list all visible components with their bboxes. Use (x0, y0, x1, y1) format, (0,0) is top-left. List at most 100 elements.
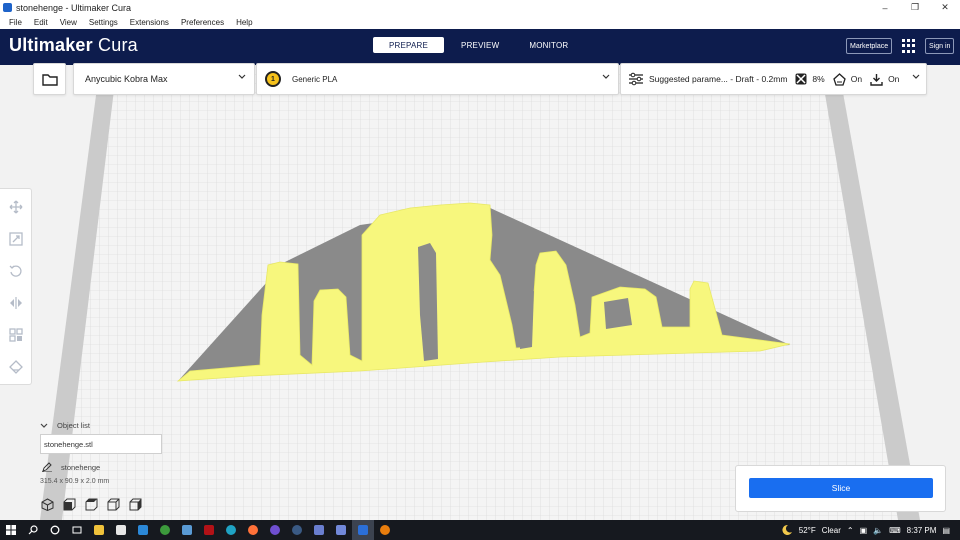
folder-icon (41, 73, 58, 86)
taskbar-app-6[interactable] (198, 520, 220, 540)
temperature: 52°F (798, 525, 816, 535)
menu-view[interactable]: View (60, 18, 77, 27)
material-name: Generic PLA (292, 74, 338, 84)
tab-monitor[interactable]: MONITOR (516, 37, 581, 53)
object-list-toggle[interactable]: Object list (40, 421, 90, 430)
menu-bar: File Edit View Settings Extensions Prefe… (0, 15, 960, 29)
sign-in-button[interactable]: Sign in (925, 38, 955, 54)
moon-icon (782, 524, 792, 535)
clock[interactable]: 8:37 PM (907, 526, 937, 535)
windows-taskbar: 52°F Clear ⌃ ▣ 🔈 ⌨ 8:37 PM ▤ (0, 520, 960, 540)
xbox-icon (160, 525, 170, 535)
rotate-icon (9, 265, 22, 277)
mirror-tool[interactable] (8, 295, 24, 311)
edge-icon (226, 525, 236, 535)
spotify-icon (270, 525, 280, 535)
menu-file[interactable]: File (9, 18, 22, 27)
taskbar-app-4[interactable] (154, 520, 176, 540)
mirror-icon (10, 297, 22, 309)
support-blocker-tool[interactable] (8, 359, 24, 375)
window-controls: – ❐ ✕ (870, 0, 960, 15)
tools-toolbar (0, 188, 32, 385)
view-top-button[interactable] (84, 497, 99, 512)
support-icon (832, 72, 846, 86)
chevron-down-icon (40, 423, 48, 428)
brand-light: Cura (98, 35, 138, 55)
windows-logo-icon (6, 525, 16, 535)
view-front-button[interactable] (62, 497, 77, 512)
slice-button[interactable]: Slice (749, 478, 933, 498)
apps-grid-icon[interactable] (902, 39, 916, 53)
task-view-button[interactable] (66, 520, 88, 540)
volume-icon[interactable]: 🔈 (873, 526, 883, 535)
menu-extensions[interactable]: Extensions (130, 18, 169, 27)
title-bar: stonehenge - Ultimaker Cura – ❐ ✕ (0, 0, 960, 15)
sliders-icon (628, 72, 644, 86)
close-button[interactable]: ✕ (930, 0, 960, 15)
taskbar-app-9[interactable] (264, 520, 286, 540)
taskbar-app-2[interactable] (110, 520, 132, 540)
move-tool[interactable] (8, 199, 24, 215)
extruder-badge: 1 (265, 71, 281, 87)
open-file-button[interactable] (33, 63, 66, 95)
cube-front-icon (63, 498, 76, 511)
cura-taskbar-icon (358, 525, 368, 535)
adhesion-value: On (888, 74, 900, 84)
taskbar-app-1[interactable] (88, 520, 110, 540)
weather-condition: Clear (821, 525, 841, 535)
menu-settings[interactable]: Settings (89, 18, 118, 27)
tab-prepare[interactable]: PREPARE (373, 37, 445, 53)
chevron-up-icon[interactable]: ⌃ (847, 526, 854, 535)
taskbar-app-7[interactable] (220, 520, 242, 540)
taskbar-app-12[interactable] (330, 520, 352, 540)
view-left-button[interactable] (106, 497, 121, 512)
search-button[interactable] (22, 520, 44, 540)
material-selector[interactable]: 1 Generic PLA (256, 63, 619, 95)
start-button[interactable] (0, 520, 22, 540)
object-list-label: Object list (57, 421, 90, 430)
chevron-down-icon (912, 74, 920, 79)
blender-icon (380, 525, 390, 535)
print-settings-selector[interactable]: Suggested parame... - Draft - 0.2mm 8% O… (620, 63, 927, 95)
per-model-settings-tool[interactable] (8, 327, 24, 343)
menu-preferences[interactable]: Preferences (181, 18, 224, 27)
object-file-name: stonehenge.stl (44, 439, 93, 449)
menu-help[interactable]: Help (236, 18, 252, 27)
taskbar-app-10[interactable] (286, 520, 308, 540)
brand-logo: Ultimaker Cura (9, 35, 138, 56)
taskbar-app-14[interactable] (374, 520, 396, 540)
taskbar-app-11[interactable] (308, 520, 330, 540)
brand-bold: Ultimaker (9, 35, 93, 55)
object-name-row[interactable]: stonehenge (42, 462, 100, 472)
window-title: stonehenge - Ultimaker Cura (16, 2, 132, 13)
pencil-icon (42, 462, 52, 472)
tab-preview[interactable]: PREVIEW (448, 37, 512, 53)
printer-selector[interactable]: Anycubic Kobra Max (73, 63, 255, 95)
camera-view-buttons (40, 497, 150, 512)
view-right-button[interactable] (128, 497, 143, 512)
taskbar-app-3[interactable] (132, 520, 154, 540)
support-value: On (850, 74, 863, 84)
taskbar-app-13[interactable] (352, 520, 374, 540)
scale-tool[interactable] (8, 231, 24, 247)
taskbar-app-8[interactable] (242, 520, 264, 540)
object-list-item[interactable]: stonehenge.stl (40, 434, 162, 454)
rotate-tool[interactable] (8, 263, 24, 279)
marketplace-button[interactable]: Marketplace (846, 38, 893, 54)
object-name: stonehenge (61, 462, 101, 472)
maximize-button[interactable]: ❐ (900, 0, 930, 15)
menu-edit[interactable]: Edit (34, 18, 48, 27)
notifications-icon[interactable]: ▤ (942, 526, 950, 535)
view-3d-button[interactable] (40, 497, 55, 512)
cortana-button[interactable] (44, 520, 66, 540)
taskbar-app-5[interactable] (176, 520, 198, 540)
network-icon[interactable]: ▣ (860, 526, 868, 535)
circle-icon (50, 525, 60, 535)
infill-value: 8% (812, 74, 825, 84)
minimize-button[interactable]: – (870, 0, 900, 15)
adhesion-icon (870, 73, 883, 86)
keyboard-icon[interactable]: ⌨ (889, 526, 901, 535)
profile-name: Suggested parame... - Draft - 0.2mm (649, 74, 788, 84)
per-model-settings-icon (9, 328, 23, 342)
cube-top-icon (85, 498, 98, 511)
